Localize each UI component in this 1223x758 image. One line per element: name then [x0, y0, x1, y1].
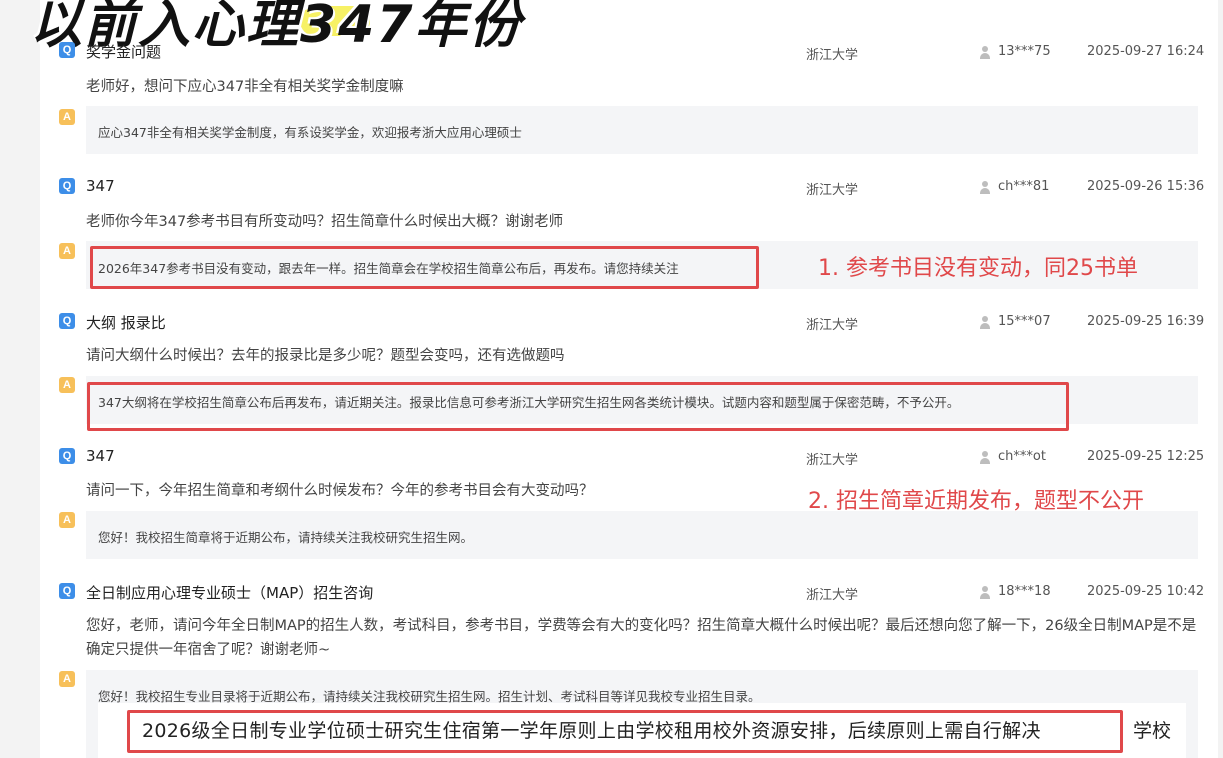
question-text: 老师你今年347参考书目有所变动吗？招生简章什么时候出大概？谢谢老师	[86, 214, 564, 230]
user-icon	[978, 180, 992, 194]
answer-badge-icon: A	[59, 243, 75, 259]
question-title[interactable]: 奖学金问题	[86, 41, 161, 62]
answer-badge-icon: A	[59, 512, 75, 528]
answer-badge-icon: A	[59, 109, 75, 125]
answer-box: 您好！我校招生简章将于近期公布，请持续关注我校研究生招生网。	[86, 511, 1198, 559]
school-label: 浙江大学	[806, 453, 859, 468]
answer-text: 应心347非全有相关奖学金制度，有系设奖学金，欢迎报考浙大应用心理硕士	[98, 125, 522, 140]
school-label: 浙江大学	[806, 588, 859, 603]
asker-name: 18***18	[998, 584, 1051, 599]
user-icon	[978, 45, 992, 59]
user-icon	[978, 450, 992, 464]
asker: 18***18	[978, 584, 1051, 599]
highlight-box-3	[127, 710, 1123, 753]
question-badge-icon: Q	[59, 583, 75, 599]
asker: 13***75	[978, 44, 1051, 59]
asker-name: ch***ot	[998, 449, 1046, 464]
user-icon	[978, 585, 992, 599]
answer-zoom-tail: 学校	[1133, 720, 1172, 742]
question-text: 您好，老师，请问今年全日制MAP的招生人数，考试科目，参考书目，学费等会有大的变…	[86, 618, 1197, 658]
timestamp: 2025-09-25 16:39	[1087, 314, 1205, 329]
question-title[interactable]: 大纲 报录比	[86, 312, 166, 333]
asker-name: 15***07	[998, 314, 1051, 329]
question-title[interactable]: 全日制应用心理专业硕士（MAP）招生咨询	[86, 582, 373, 603]
question-text: 老师好，想问下应心347非全有相关奖学金制度嘛	[86, 79, 404, 95]
asker: 15***07	[978, 314, 1051, 329]
timestamp: 2025-09-25 10:42	[1087, 584, 1205, 599]
annotation-note-2: 2. 招生简章近期发布，题型不公开	[808, 489, 1144, 514]
question-title[interactable]: 347	[86, 447, 115, 465]
question-badge-icon: Q	[59, 448, 75, 464]
asker-name: 13***75	[998, 44, 1051, 59]
question-badge-icon: Q	[59, 178, 75, 194]
question-badge-icon: Q	[59, 42, 75, 58]
highlight-box-2	[87, 382, 1069, 431]
school-label: 浙江大学	[806, 183, 859, 198]
answer-badge-icon: A	[59, 377, 75, 393]
timestamp: 2025-09-27 16:24	[1087, 44, 1205, 59]
asker-name: ch***81	[998, 179, 1050, 194]
user-icon	[978, 315, 992, 329]
asker: ch***ot	[978, 449, 1046, 464]
question-badge-icon: Q	[59, 313, 75, 329]
school-label: 浙江大学	[806, 318, 859, 333]
highlight-box-1	[90, 246, 759, 289]
answer-badge-icon: A	[59, 671, 75, 687]
question-text: 请问大纲什么时候出？去年的报录比是多少呢？题型会变吗，还有选做题吗	[86, 348, 565, 364]
timestamp: 2025-09-25 12:25	[1087, 449, 1205, 464]
answer-text: 您好！我校招生简章将于近期公布，请持续关注我校研究生招生网。	[98, 530, 474, 545]
school-label: 浙江大学	[806, 48, 859, 63]
answer-box: 应心347非全有相关奖学金制度，有系设奖学金，欢迎报考浙大应用心理硕士	[86, 106, 1198, 154]
asker: ch***81	[978, 179, 1049, 194]
annotation-note-1: 1. 参考书目没有变动，同25书单	[818, 256, 1138, 281]
timestamp: 2025-09-26 15:36	[1087, 179, 1205, 194]
question-title[interactable]: 347	[86, 177, 115, 195]
